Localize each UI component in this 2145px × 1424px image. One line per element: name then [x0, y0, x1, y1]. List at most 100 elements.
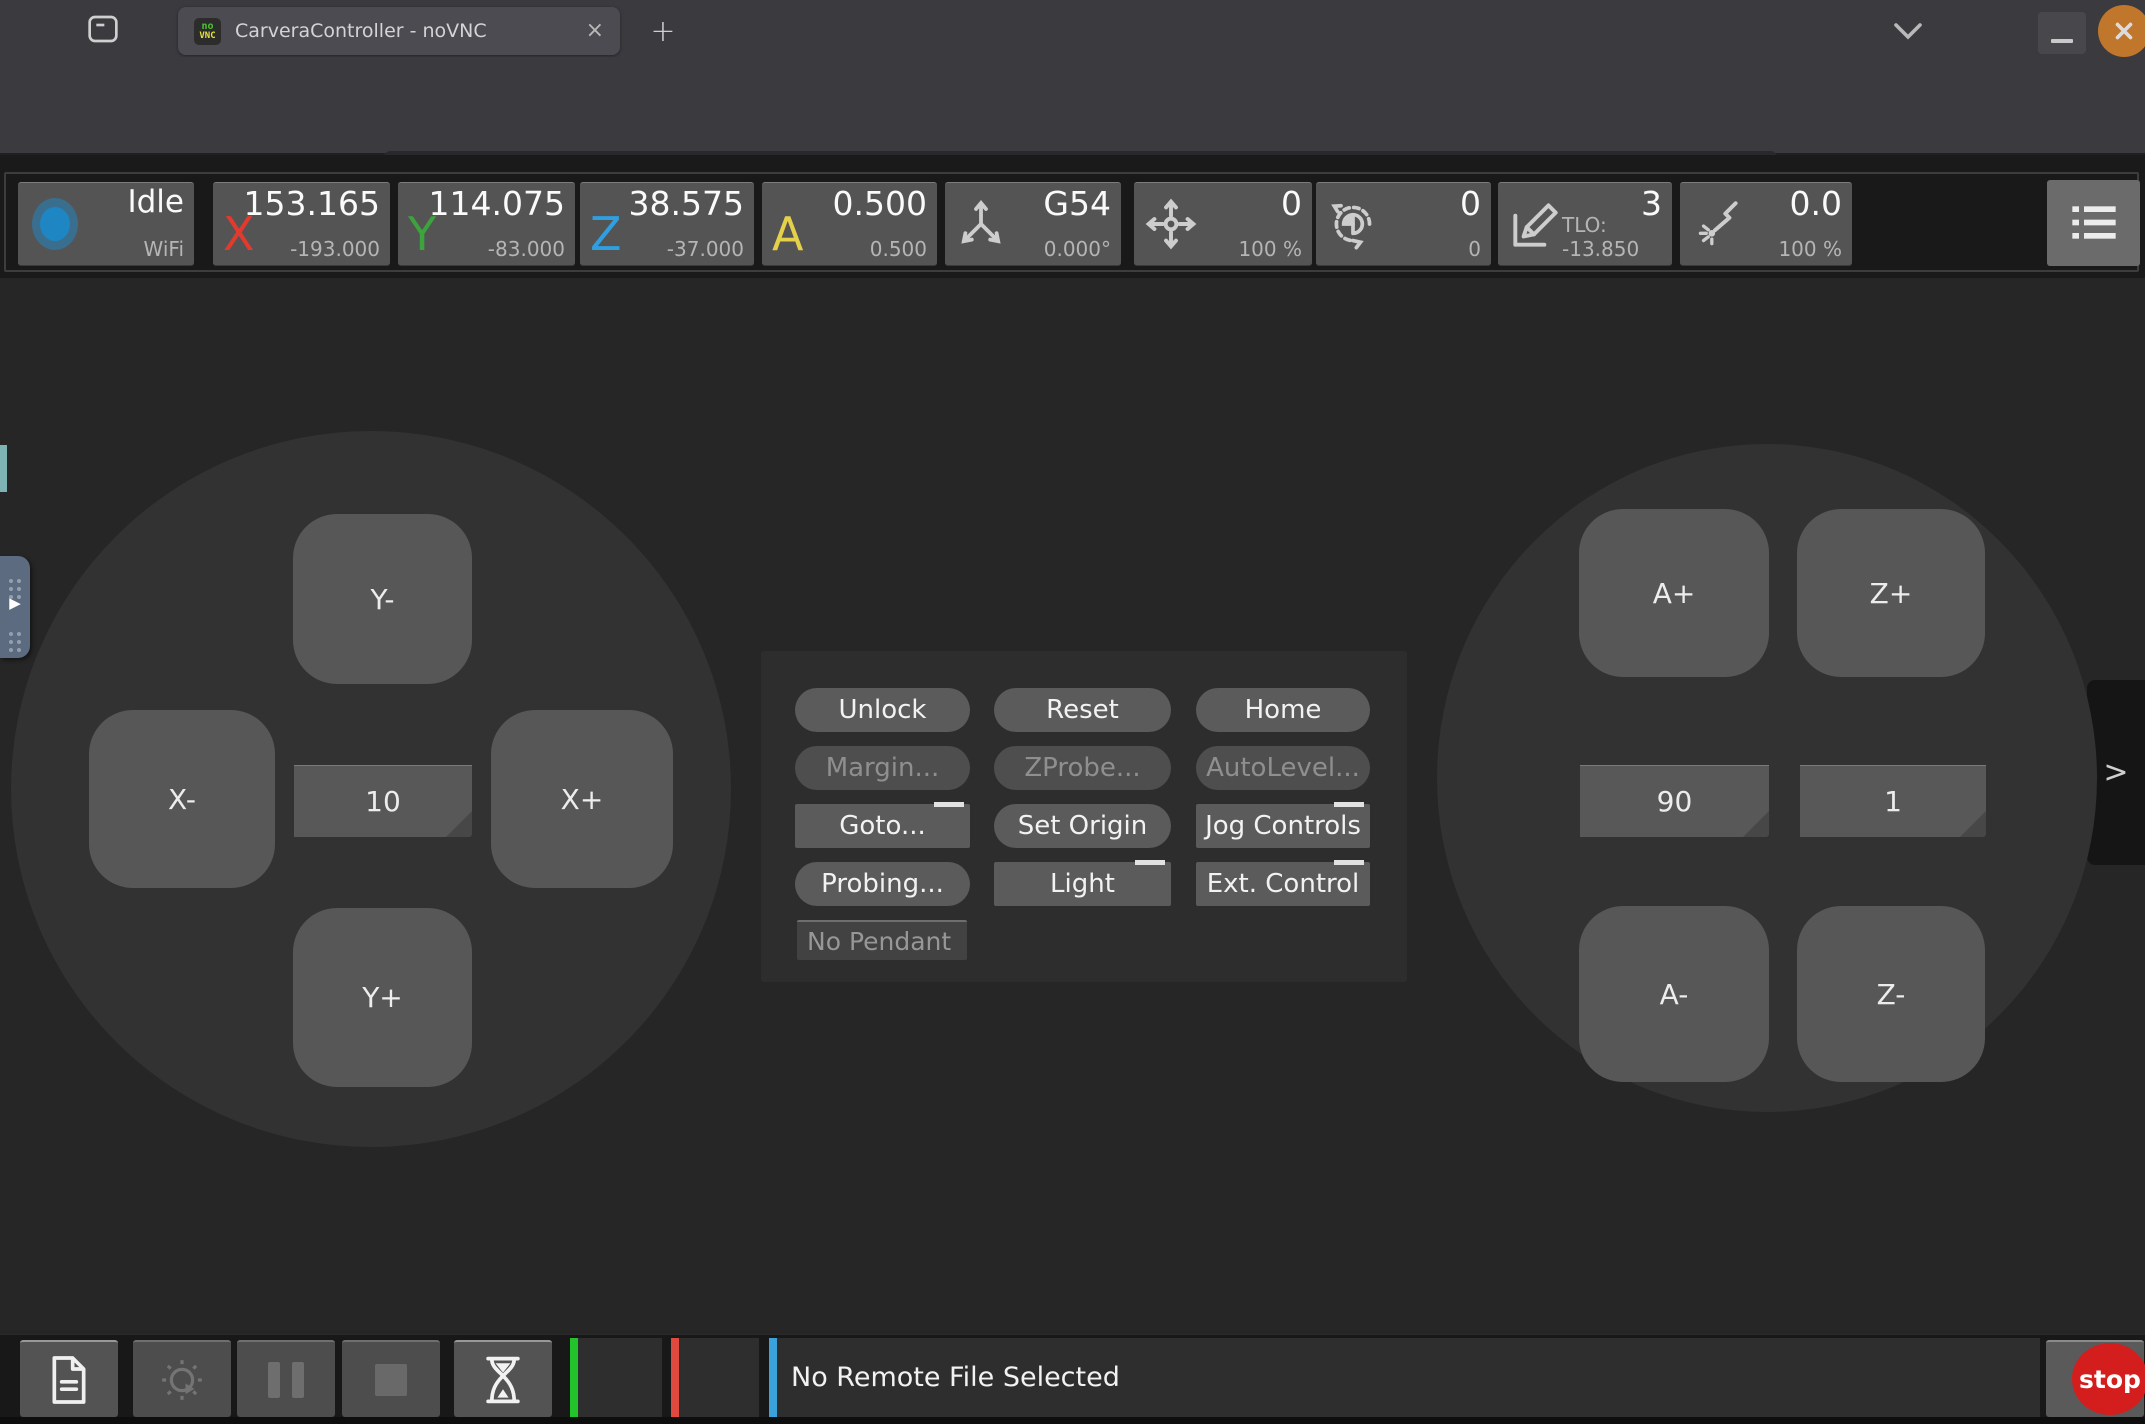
chevron-down-icon — [1890, 19, 1926, 43]
remote-file-status: No Remote File Selected — [791, 1362, 1120, 1393]
jog-z-minus-button[interactable]: Z- — [1797, 906, 1985, 1082]
a-step-button[interactable]: 90 — [1580, 765, 1769, 837]
spindle-sub: 0 — [1468, 237, 1481, 261]
tool-tlo: TLO: -13.850 — [1562, 213, 1672, 261]
browser-titlebar: no VNC CarveraController - noVNC × + — [0, 0, 2145, 57]
jog-y-plus-button[interactable]: Y+ — [293, 908, 472, 1087]
tab-close-icon[interactable]: × — [586, 20, 604, 42]
file-icon — [47, 1354, 91, 1406]
laser-cell[interactable]: 0.0 100 % — [1680, 182, 1852, 266]
progress-segment-red — [671, 1338, 759, 1417]
spindle-cell[interactable]: 0 0 — [1316, 182, 1491, 266]
screen: no VNC CarveraController - noVNC × + — [0, 0, 2145, 1424]
machine-state-cell[interactable]: Idle WiFi — [18, 182, 194, 266]
tab-title: CarveraController - noVNC — [235, 20, 487, 42]
minimize-button[interactable] — [2038, 12, 2086, 54]
pause-icon — [268, 1362, 304, 1398]
feed-cell[interactable]: 0 100 % — [1134, 182, 1312, 266]
axis-y-sub: -83.000 — [488, 237, 565, 261]
axis-y-value: 114.075 — [429, 184, 565, 223]
list-tabs-button[interactable] — [1886, 16, 1930, 46]
pause-button — [237, 1340, 335, 1417]
reset-button[interactable]: Reset — [994, 688, 1171, 732]
novnc-status-bar — [0, 445, 7, 492]
novnc-favicon-icon: no VNC — [194, 18, 221, 45]
feed-value: 0 — [1281, 184, 1302, 223]
new-tab-button[interactable]: + — [645, 13, 681, 49]
xy-step-button[interactable]: 10 — [294, 765, 472, 837]
wcs-value: G54 — [1043, 184, 1111, 223]
blue-marker — [769, 1338, 777, 1417]
z-step-button[interactable]: 1 — [1800, 765, 1986, 837]
axis-a-sub: 0.500 — [870, 237, 927, 261]
feed-override: 100 % — [1238, 237, 1302, 261]
laser-value: 0.0 — [1790, 184, 1842, 223]
jog-x-plus-button[interactable]: X+ — [491, 710, 673, 888]
run-settings-button — [133, 1340, 231, 1417]
axis-z-sub: -37.000 — [667, 237, 744, 261]
axis-a-cell[interactable]: A 0.500 0.500 — [762, 182, 937, 266]
job-timer-button[interactable] — [454, 1340, 552, 1417]
firefox-view-icon — [87, 14, 119, 44]
axes-tripod-icon — [955, 196, 1007, 252]
axis-z-cell[interactable]: Z 38.575 -37.000 — [580, 182, 754, 266]
drag-dots-icon — [9, 632, 13, 636]
goto-button[interactable]: Goto... — [795, 804, 970, 848]
jog-z-plus-button[interactable]: Z+ — [1797, 509, 1985, 677]
ext-control-button[interactable]: Ext. Control — [1196, 862, 1370, 906]
axis-z-value: 38.575 — [629, 184, 744, 223]
emergency-stop-button[interactable]: stop — [2046, 1340, 2144, 1417]
probing-button[interactable]: Probing... — [795, 862, 970, 906]
list-menu-icon — [2069, 201, 2119, 245]
zprobe-button: ZProbe... — [994, 746, 1171, 790]
gear-play-icon — [159, 1357, 205, 1403]
no-pendant-status: No Pendant — [797, 920, 967, 960]
stop-job-button — [342, 1340, 440, 1417]
jog-y-minus-button[interactable]: Y- — [293, 514, 472, 684]
margin-button: Margin... — [795, 746, 970, 790]
bottom-edge — [0, 1417, 2145, 1424]
browser-tab[interactable]: no VNC CarveraController - noVNC × — [178, 7, 620, 55]
open-file-button[interactable] — [20, 1340, 118, 1417]
expand-arrow-icon: ▶ — [9, 596, 21, 611]
submenu-indicator — [1334, 860, 1364, 865]
firefox-view-button[interactable] — [78, 8, 128, 50]
unlock-button[interactable]: Unlock — [795, 688, 970, 732]
laser-beam-icon — [1690, 195, 1744, 253]
axis-y-cell[interactable]: Y 114.075 -83.000 — [398, 182, 575, 266]
stop-square-icon — [375, 1364, 407, 1396]
spindle-value: 0 — [1460, 184, 1481, 223]
axis-x-sub: -193.000 — [290, 237, 380, 261]
window-close-button[interactable] — [2098, 5, 2145, 57]
submenu-indicator — [934, 802, 964, 807]
set-origin-button[interactable]: Set Origin — [994, 804, 1171, 848]
connection-type: WiFi — [144, 237, 185, 261]
light-button[interactable]: Light — [994, 862, 1171, 906]
novnc-control-handle[interactable]: ▶ — [0, 556, 30, 658]
spindle-rotation-icon — [1326, 195, 1380, 253]
drag-dots-icon — [9, 579, 13, 583]
axis-a-label: A — [772, 211, 803, 257]
tool-cell[interactable]: 3 TLO: -13.850 — [1498, 182, 1672, 266]
axis-z-label: Z — [590, 211, 622, 257]
laser-override: 100 % — [1778, 237, 1842, 261]
stop-circle-icon: stop — [2072, 1343, 2145, 1415]
submenu-indicator — [1135, 860, 1165, 865]
statusbar-menu-button[interactable] — [2047, 180, 2140, 266]
minimize-icon — [2051, 39, 2073, 43]
tool-edit-icon — [1508, 195, 1562, 253]
wcs-cell[interactable]: G54 0.000° — [945, 182, 1121, 266]
axis-x-cell[interactable]: X 153.165 -193.000 — [213, 182, 390, 266]
home-machine-button[interactable]: Home — [1196, 688, 1370, 732]
red-marker — [671, 1338, 679, 1417]
jog-a-minus-button[interactable]: A- — [1579, 906, 1769, 1082]
jog-controls-button[interactable]: Jog Controls — [1196, 804, 1370, 848]
jog-a-plus-button[interactable]: A+ — [1579, 509, 1769, 677]
jog-x-minus-button[interactable]: X- — [89, 710, 275, 888]
submenu-indicator — [1334, 802, 1364, 807]
progress-segment-green — [570, 1338, 662, 1417]
machine-state: Idle — [127, 184, 184, 220]
axis-a-value: 0.500 — [833, 184, 927, 223]
connection-dot-icon — [32, 198, 78, 250]
axis-x-value: 153.165 — [244, 184, 380, 223]
